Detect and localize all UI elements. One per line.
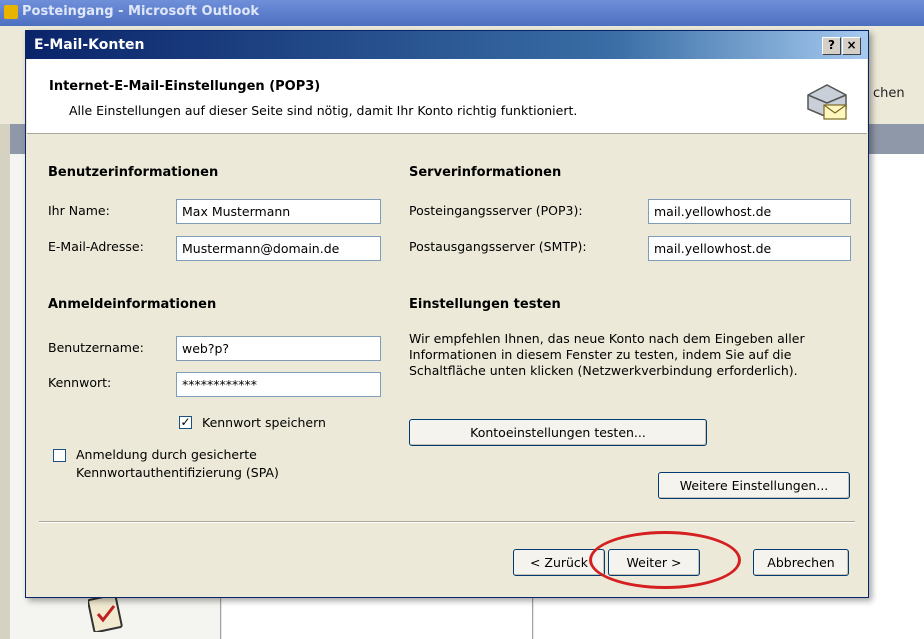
clipboard-icon (88, 593, 123, 632)
outlook-app-icon (4, 5, 18, 19)
email-accounts-dialog: E-Mail-Konten ? × Internet-E-Mail-Einste… (25, 30, 869, 598)
incoming-server-field[interactable] (648, 199, 851, 224)
spa-checkbox[interactable] (53, 449, 66, 462)
username-label: Benutzername: (48, 340, 144, 355)
username-field[interactable] (176, 336, 381, 361)
save-password-checkbox[interactable]: ✓ (179, 416, 192, 429)
cancel-button[interactable]: Abbrechen (753, 549, 849, 576)
save-password-label[interactable]: Kennwort speichern (202, 415, 326, 430)
user-info-heading: Benutzerinformationen (48, 165, 219, 180)
help-button[interactable]: ? (822, 37, 841, 55)
background-left-strip (0, 124, 10, 639)
password-field[interactable] (176, 372, 381, 397)
dialog-title-bar[interactable]: E-Mail-Konten ? × (26, 31, 868, 59)
server-info-heading: Serverinformationen (409, 165, 562, 180)
test-settings-heading: Einstellungen testen (409, 297, 561, 312)
dialog-header: Internet-E-Mail-Einstellungen (POP3) All… (27, 59, 867, 134)
footer-separator (39, 521, 855, 523)
name-field[interactable] (176, 199, 381, 224)
incoming-server-label: Posteingangsserver (POP3): (409, 203, 583, 218)
spa-label-line2[interactable]: Kennwortauthentifizierung (SPA) (76, 465, 279, 480)
test-account-settings-button[interactable]: Kontoeinstellungen testen... (409, 419, 707, 446)
name-label: Ihr Name: (48, 203, 110, 218)
background-title-bar: Posteingang - Microsoft Outlook (0, 0, 924, 26)
header-title: Internet-E-Mail-Einstellungen (POP3) (49, 79, 321, 94)
password-label: Kennwort: (48, 375, 112, 390)
spa-label-line1[interactable]: Anmeldung durch gesicherte (76, 447, 257, 462)
dialog-title: E-Mail-Konten (34, 37, 145, 53)
email-field[interactable] (176, 236, 381, 261)
back-button[interactable]: < Zurück (513, 549, 605, 576)
next-button[interactable]: Weiter > (608, 549, 700, 576)
more-settings-button[interactable]: Weitere Einstellungen... (658, 472, 850, 499)
background-window-title: Posteingang - Microsoft Outlook (22, 4, 260, 19)
mail-account-icon (807, 84, 847, 120)
close-button[interactable]: × (842, 37, 861, 55)
outgoing-server-field[interactable] (648, 236, 851, 261)
login-info-heading: Anmeldeinformationen (48, 297, 217, 312)
outgoing-server-label: Postausgangsserver (SMTP): (409, 239, 587, 254)
header-subtitle: Alle Einstellungen auf dieser Seite sind… (69, 103, 578, 118)
email-label: E-Mail-Adresse: (48, 239, 144, 254)
test-settings-description: Wir empfehlen Ihnen, das neue Konto nach… (409, 331, 805, 378)
background-toolbar-text: chen (873, 86, 905, 101)
